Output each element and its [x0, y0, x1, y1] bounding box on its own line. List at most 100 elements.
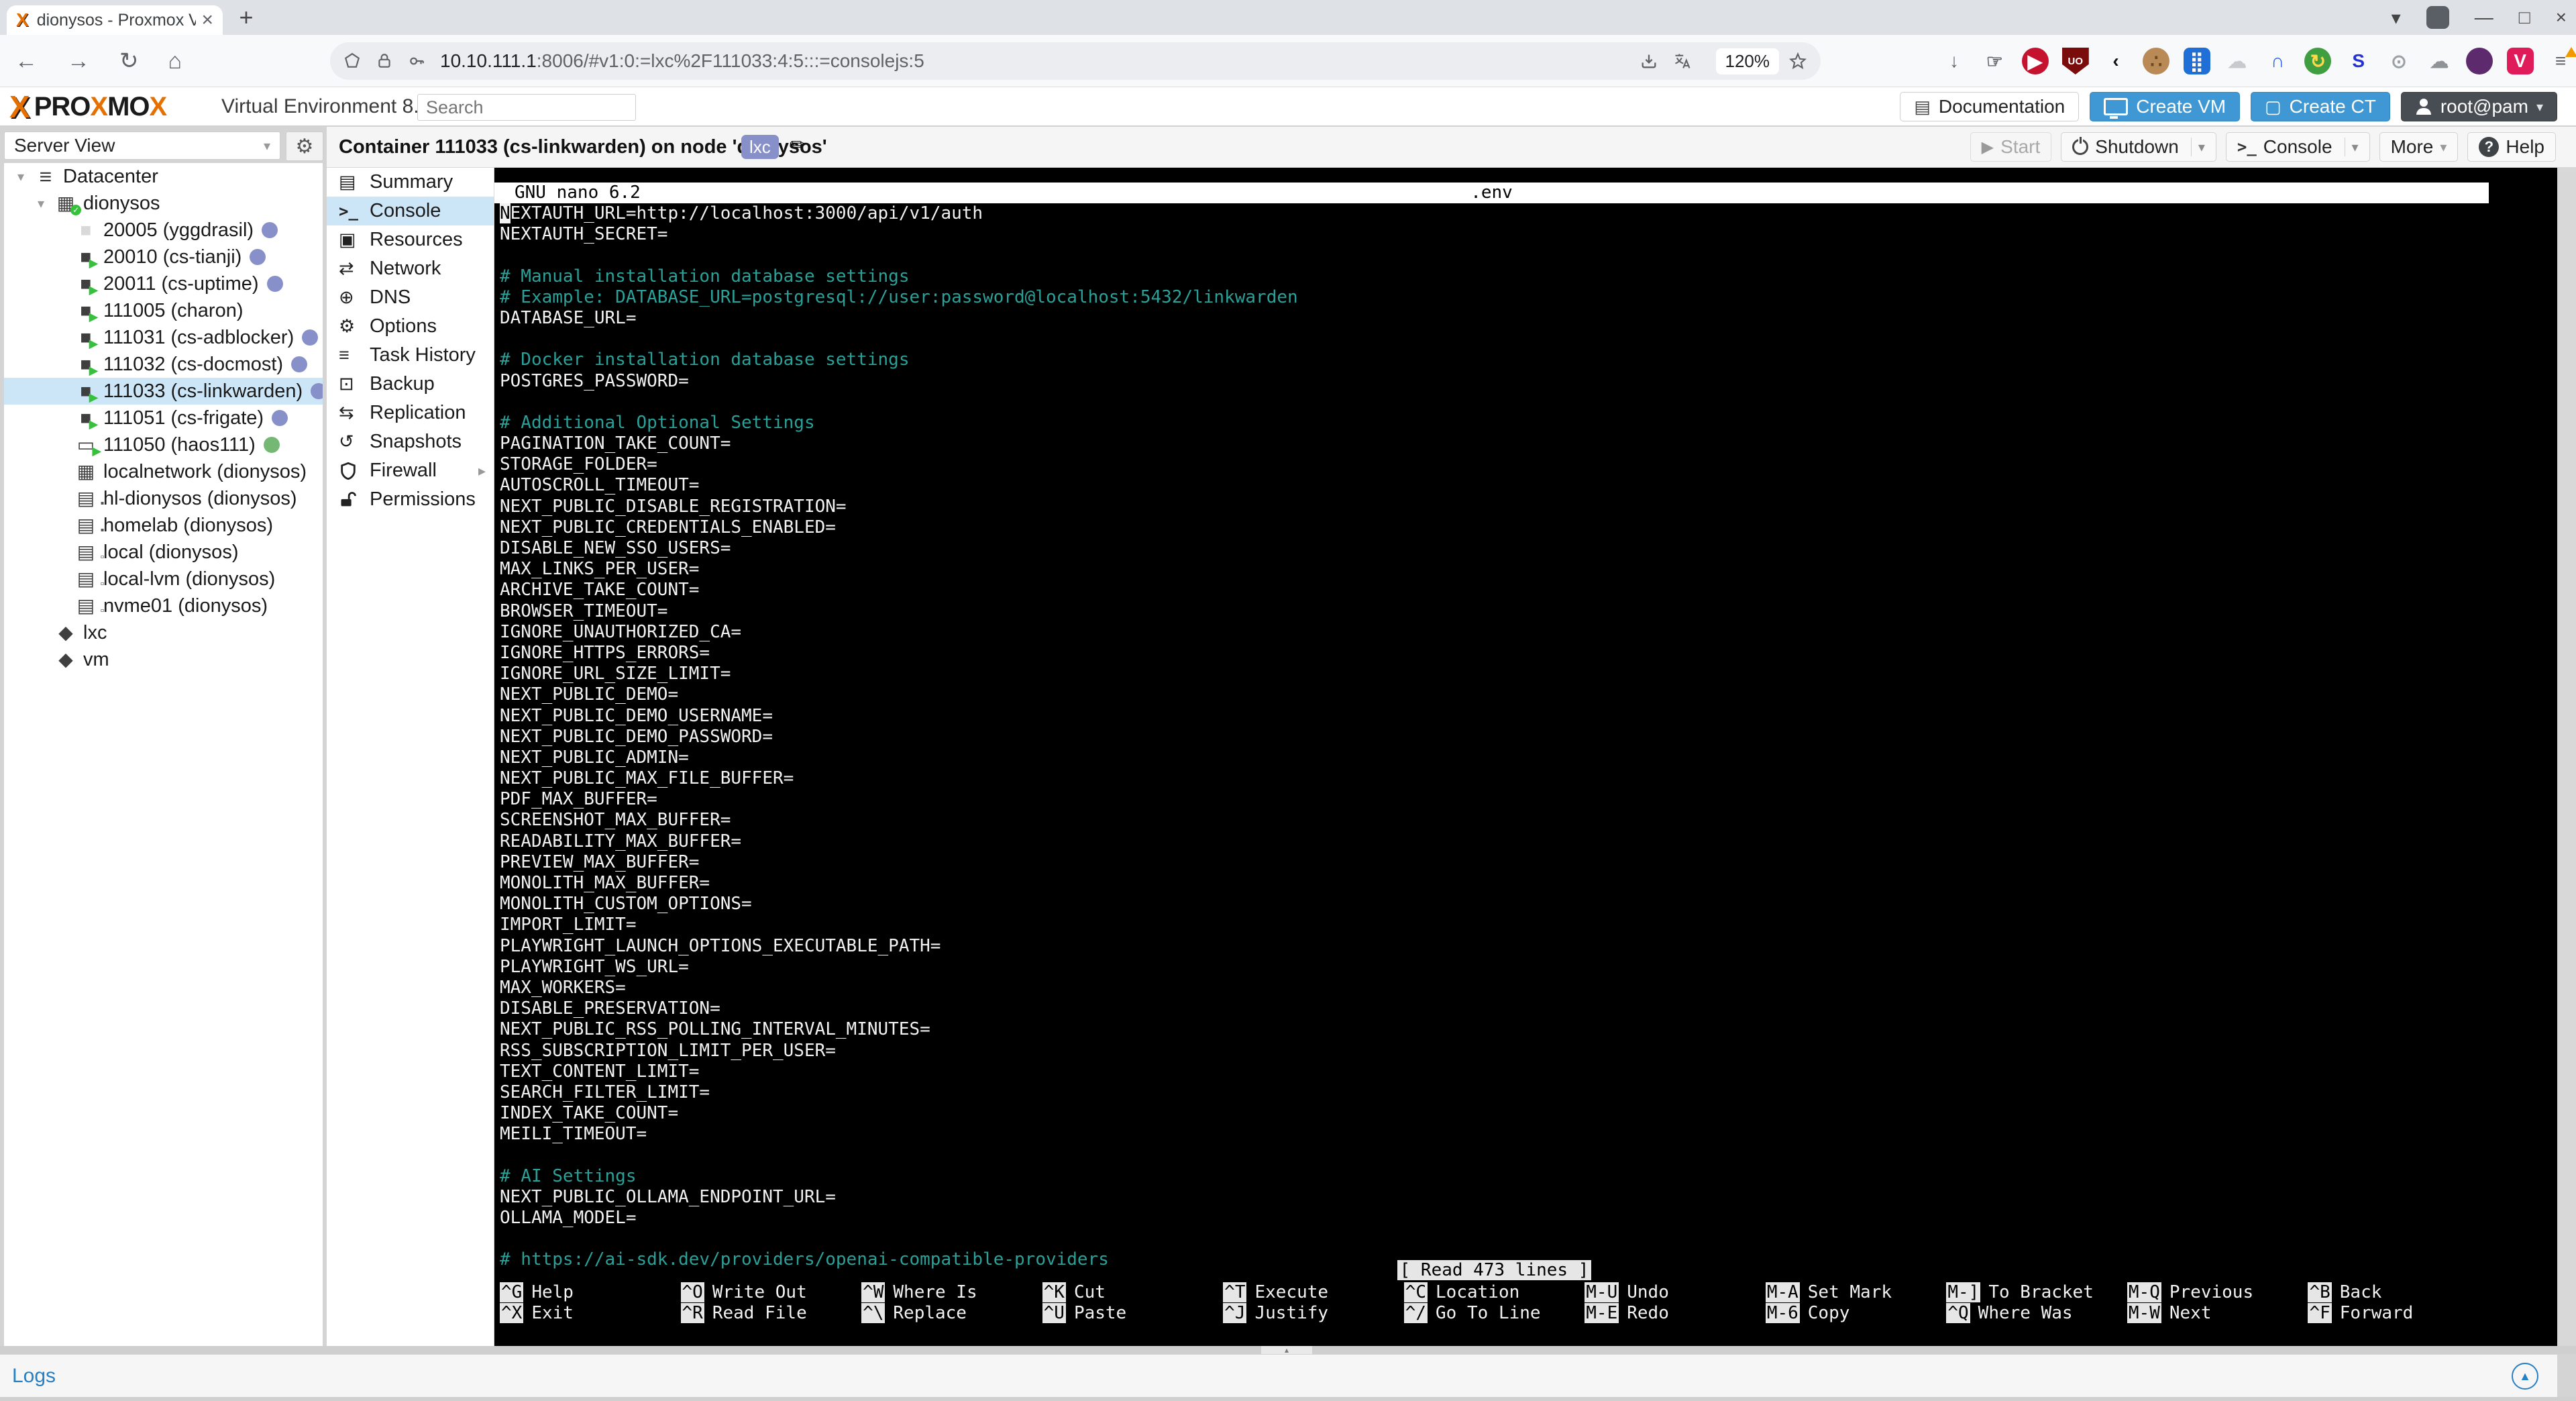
nav-item-summary[interactable]: ▤ Summary: [327, 168, 494, 197]
terminal-line: MEILI_TIMEOUT=: [500, 1124, 647, 1145]
video-play-icon[interactable]: ▶: [2020, 46, 2051, 76]
chevron-left-icon[interactable]: ‹: [2100, 46, 2131, 76]
create-vm-button[interactable]: Create VM: [2090, 92, 2241, 121]
shield-icon[interactable]: [343, 52, 361, 70]
tree-item-hl-dionysos[interactable]: ▤ ▪ hl-dionysos (dionysos): [4, 485, 323, 512]
key-icon[interactable]: [408, 52, 425, 70]
nav-item-permissions[interactable]: Permissions: [327, 485, 494, 514]
app-grid-icon[interactable]: ⣿: [2182, 46, 2212, 76]
tree-item-111033[interactable]: ■ ▶ 111033 (cs-linkwarden): [4, 378, 323, 405]
console-dropdown-icon[interactable]: ▾: [2344, 138, 2359, 156]
tree-item-20011[interactable]: ■ ▶ 20011 (cs-uptime): [4, 270, 323, 297]
downloads-icon[interactable]: ↓: [1939, 46, 1970, 76]
lxc-tag-badge[interactable]: lxc: [741, 135, 779, 159]
power-ext-icon[interactable]: ⊙: [2383, 46, 2414, 76]
tree-item-nvme01[interactable]: ▤ ▫ nvme01 (dionysos): [4, 592, 323, 619]
cloud-filled-icon[interactable]: ☁: [2222, 46, 2253, 76]
bookmark-star-icon[interactable]: [1788, 52, 1807, 70]
tree-item-local[interactable]: ▤ ▫ local (dionysos): [4, 539, 323, 566]
nav-item-backup[interactable]: ⊡ Backup: [327, 370, 494, 399]
download-tray-icon[interactable]: [1640, 52, 1658, 70]
globe-sync-icon[interactable]: ↻: [2302, 46, 2333, 76]
server-view-select[interactable]: Server View ▾: [4, 132, 280, 160]
nav-item-replication[interactable]: ⇆ Replication: [327, 399, 494, 427]
maximize-icon[interactable]: □: [2519, 7, 2530, 28]
tree-item-111031[interactable]: ■ ▶ 111031 (cs-adblocker): [4, 324, 323, 351]
nano-shortcut: ^Q Where Was: [1946, 1302, 2073, 1323]
nav-item-options[interactable]: ⚙ Options: [327, 312, 494, 341]
tree-item-111005[interactable]: ■ ▶ 111005 (charon): [4, 297, 323, 324]
vivaldi-icon[interactable]: V: [2505, 46, 2536, 76]
splitter-handle[interactable]: ▴: [1261, 1346, 1312, 1354]
menu-icon[interactable]: ≡: [2545, 46, 2576, 76]
profile-circle-icon[interactable]: [2464, 46, 2495, 76]
tree-item-111050[interactable]: ▭ ▶ 111050 (haos111): [4, 431, 323, 458]
console-panel[interactable]: GNU nano 6.2 .env NEXTAUTH_URL=http://lo…: [494, 168, 2557, 1346]
tree-item-dionysos[interactable]: ▾ ▦ ✓ dionysos: [4, 190, 323, 217]
sidebar-settings-button[interactable]: ⚙: [286, 132, 323, 161]
tree-item-20010[interactable]: ■ ▶ 20010 (cs-tianji): [4, 244, 323, 270]
tree-item-lxc[interactable]: ◆ lxc: [4, 619, 323, 646]
address-bar[interactable]: 10.10.111.1:8006/#v1:0:=lxc%2F111033:4:5…: [330, 42, 1821, 80]
tree-item-111051[interactable]: ■ ▶ 111051 (cs-frigate): [4, 405, 323, 431]
terminal-line: NEXT_PUBLIC_OLLAMA_ENDPOINT_URL=: [500, 1186, 836, 1207]
cookie-icon[interactable]: ∴: [2141, 46, 2171, 76]
s-flame-icon[interactable]: S: [2343, 46, 2374, 76]
tree-expand-icon[interactable]: ▾: [9, 168, 32, 185]
nav-item-network[interactable]: ⇄ Network: [327, 254, 494, 283]
tree-item-homelab[interactable]: ▤ ▪ homelab (dionysos): [4, 512, 323, 539]
user-menu-button[interactable]: root@pam ▾: [2400, 92, 2557, 121]
pointer-gesture-icon[interactable]: ☞: [1979, 46, 2010, 76]
new-tab-button[interactable]: +: [231, 3, 261, 31]
tree-expand-icon[interactable]: ▾: [30, 195, 52, 212]
search-input[interactable]: [417, 94, 636, 121]
logs-label[interactable]: Logs: [12, 1355, 56, 1398]
tab-search-icon[interactable]: ▾: [2392, 7, 2401, 29]
browser-tab[interactable]: X dionysos - Proxmox Virtual Env ×: [7, 5, 223, 35]
tree-item-localnetwork[interactable]: ▦ localnetwork (dionysos): [4, 458, 323, 485]
url-text[interactable]: 10.10.111.1:8006/#v1:0:=lxc%2F111033:4:5…: [440, 50, 1640, 72]
translate-icon[interactable]: [1673, 52, 1692, 70]
start-button[interactable]: ▶ Start: [1970, 132, 2052, 162]
tree-item-20005[interactable]: ■ 20005 (yggdrasil): [4, 217, 323, 244]
ct-running-icon: ■ ▶: [80, 407, 99, 431]
ublock-origin-icon[interactable]: UO: [2060, 46, 2091, 76]
browser-profile-avatar[interactable]: [2426, 6, 2449, 29]
nav-item-snapshots[interactable]: ↺ Snapshots: [327, 427, 494, 456]
nav-item-dns[interactable]: ⊕ DNS: [327, 283, 494, 312]
vpn-arc-icon[interactable]: ∩: [2262, 46, 2293, 76]
back-icon[interactable]: ←: [15, 48, 38, 74]
nav-item-console[interactable]: >_ Console: [327, 197, 494, 225]
create-ct-button[interactable]: ▢ Create CT: [2251, 92, 2390, 121]
panel-splitter[interactable]: ▴: [0, 1346, 2576, 1354]
console-button[interactable]: >_ Console ▾: [2225, 132, 2370, 162]
more-button[interactable]: More ▾: [2379, 132, 2459, 162]
storage-used-icon: ▤ ▪: [76, 488, 105, 509]
container-nav-panel: ▤ Summary >_ Console ▣ Resources ⇄ Network ⊕ DNS ⚙…: [327, 168, 494, 1346]
documentation-button[interactable]: ▤ Documentation: [1900, 92, 2080, 121]
tree-item-local-lvm[interactable]: ▤ ▫ local-lvm (dionysos): [4, 566, 323, 592]
cloud-outline-icon[interactable]: ☁: [2424, 46, 2455, 76]
lock-icon[interactable]: [376, 52, 393, 70]
logs-expand-icon[interactable]: ▲: [2512, 1363, 2538, 1390]
nav-item-firewall[interactable]: Firewall ▸: [327, 456, 494, 485]
tree-item-111032[interactable]: ■ ▶ 111032 (cs-docmost): [4, 351, 323, 378]
reload-icon[interactable]: ↻: [119, 48, 139, 74]
terminal-line: PREVIEW_MAX_BUFFER=: [500, 851, 700, 872]
tab-close-icon[interactable]: ×: [201, 9, 213, 32]
help-button[interactable]: ? Help: [2467, 132, 2556, 162]
edit-tags-pencil-icon[interactable]: ✏: [790, 134, 806, 157]
shutdown-button[interactable]: Shutdown ▾: [2061, 132, 2216, 162]
tree-item-vm[interactable]: ◆ vm: [4, 646, 323, 673]
close-icon[interactable]: ×: [2556, 7, 2567, 28]
forward-icon[interactable]: →: [67, 48, 90, 74]
home-icon[interactable]: ⌂: [168, 48, 182, 74]
tree-item-label: 111031 (cs-adblocker): [103, 326, 294, 348]
nav-item-task-history[interactable]: ≡ Task History: [327, 341, 494, 370]
minimize-icon[interactable]: —: [2475, 7, 2493, 28]
shutdown-dropdown-icon[interactable]: ▾: [2190, 138, 2205, 156]
zoom-level-badge[interactable]: 120%: [1715, 48, 1779, 74]
terminal-line: # Docker installation database settings: [500, 350, 910, 370]
tree-item-datacenter[interactable]: ▾ ≡ Datacenter: [4, 163, 323, 190]
nav-item-resources[interactable]: ▣ Resources: [327, 225, 494, 254]
